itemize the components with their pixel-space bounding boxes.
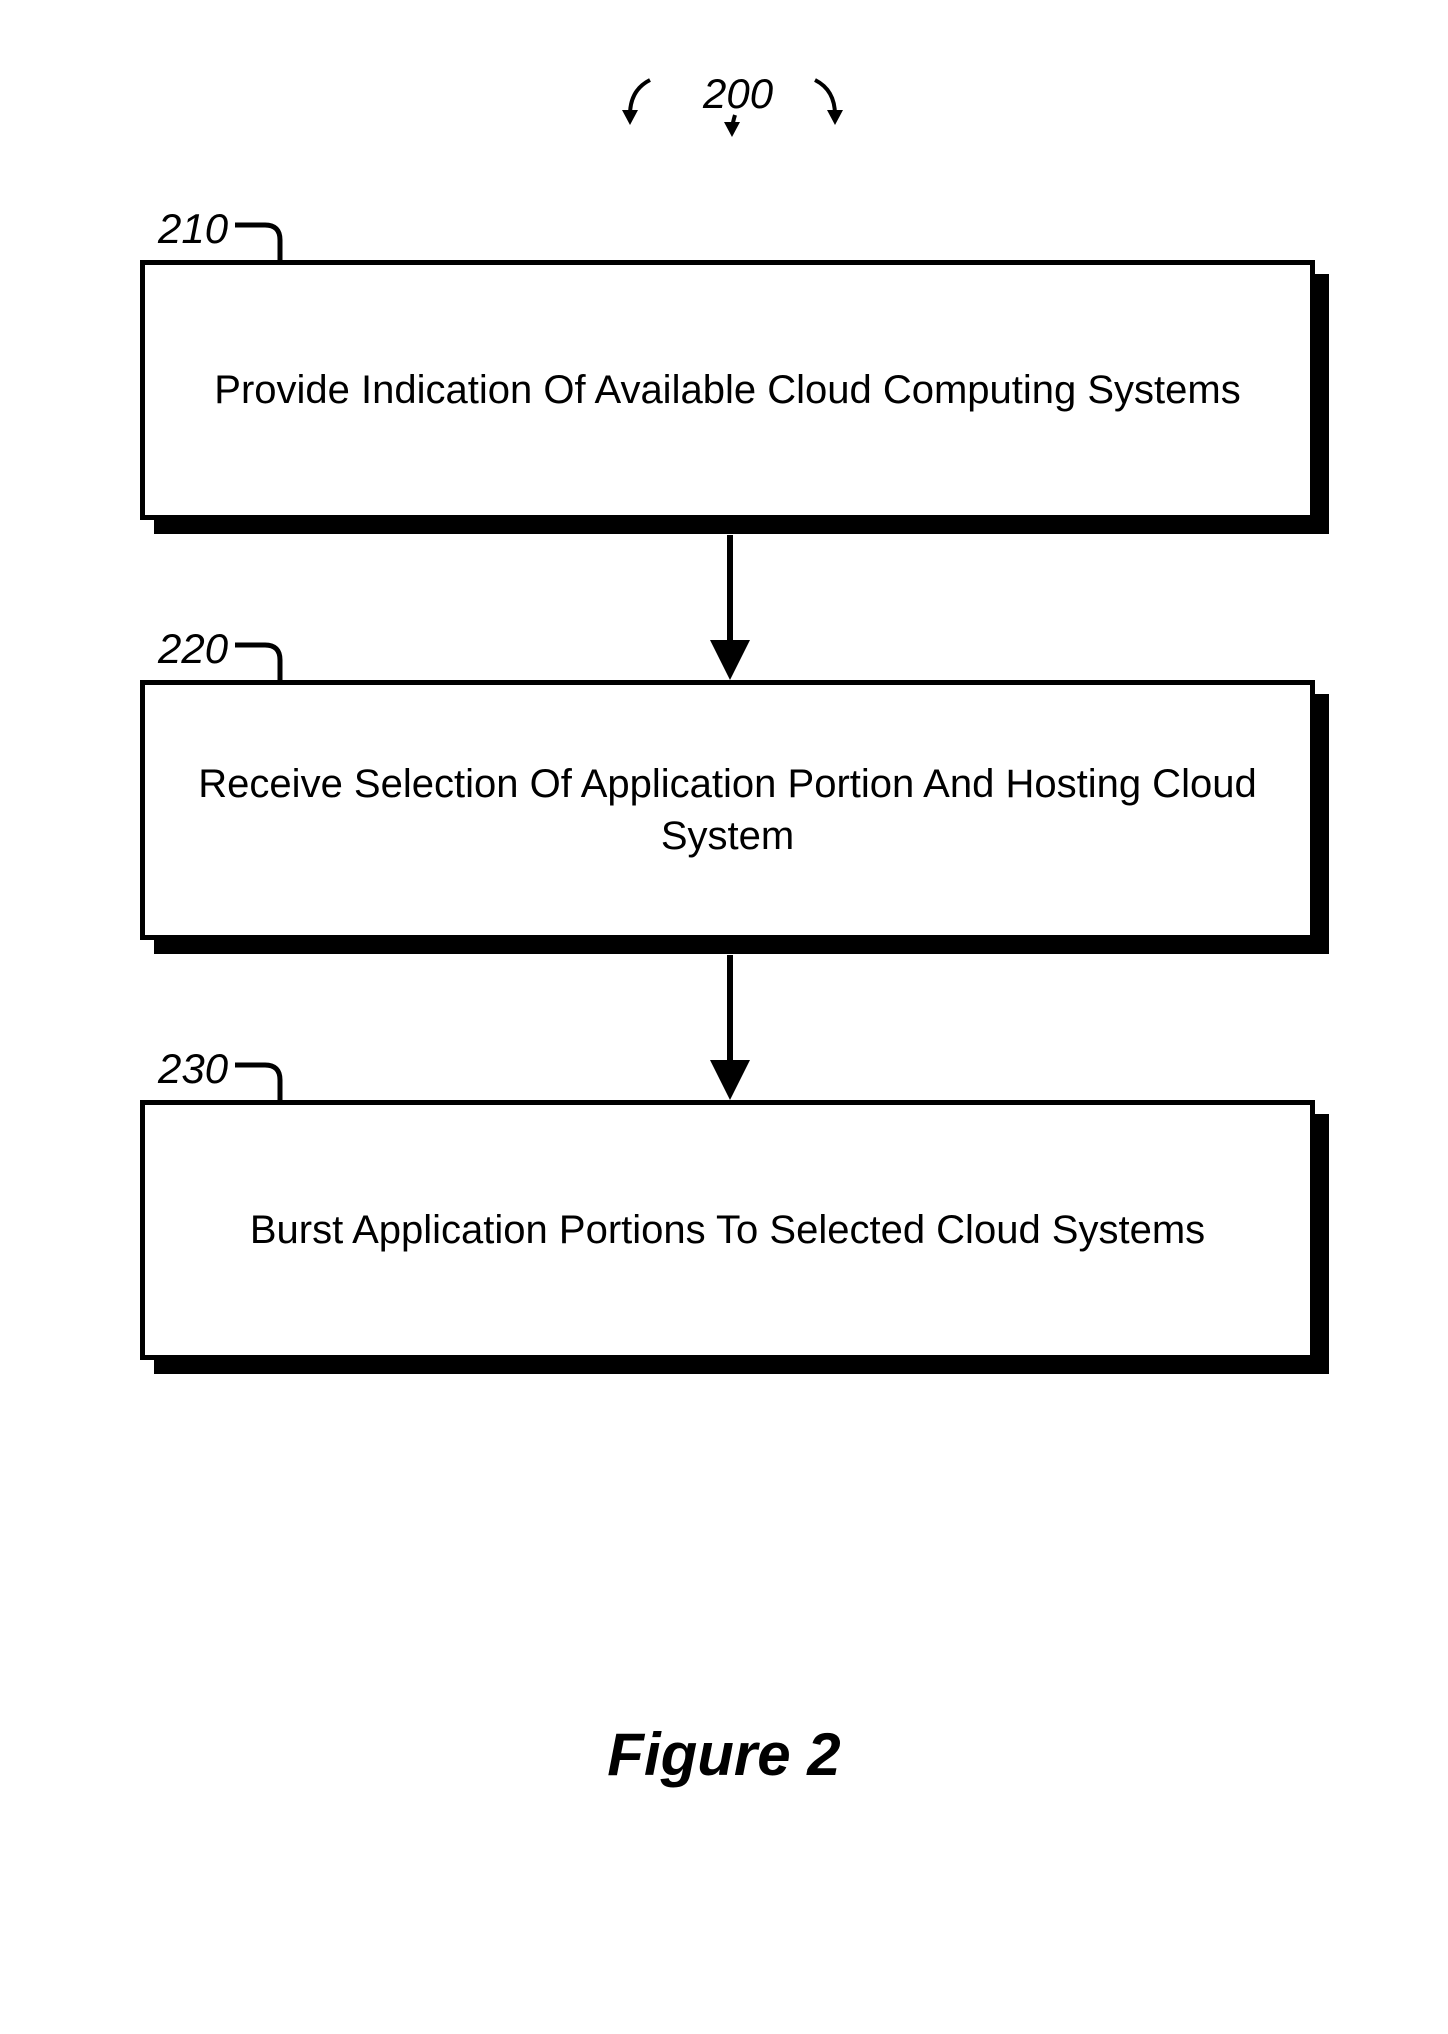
step-220-label: 220: [158, 625, 228, 673]
step-210-hook: [230, 215, 290, 265]
arrow-210-to-220: [700, 535, 760, 685]
step-210-text: Provide Indication Of Available Cloud Co…: [214, 364, 1240, 416]
step-210-label: 210: [158, 205, 228, 253]
arrow-220-to-230: [700, 955, 760, 1105]
step-230-text: Burst Application Portions To Selected C…: [250, 1204, 1205, 1256]
step-220-text: Receive Selection Of Application Portion…: [165, 758, 1290, 862]
flowchart-diagram: 200 210 Provide Indication Of Available …: [0, 0, 1448, 2034]
figure-caption: Figure 2: [0, 1720, 1448, 1789]
step-220-hook: [230, 635, 290, 685]
step-210-box: Provide Indication Of Available Cloud Co…: [140, 260, 1315, 520]
step-230-label: 230: [158, 1045, 228, 1093]
step-230-hook: [230, 1055, 290, 1105]
step-230-box: Burst Application Portions To Selected C…: [140, 1100, 1315, 1360]
step-220-box: Receive Selection Of Application Portion…: [140, 680, 1315, 940]
title-curved-arrows: [610, 75, 870, 155]
